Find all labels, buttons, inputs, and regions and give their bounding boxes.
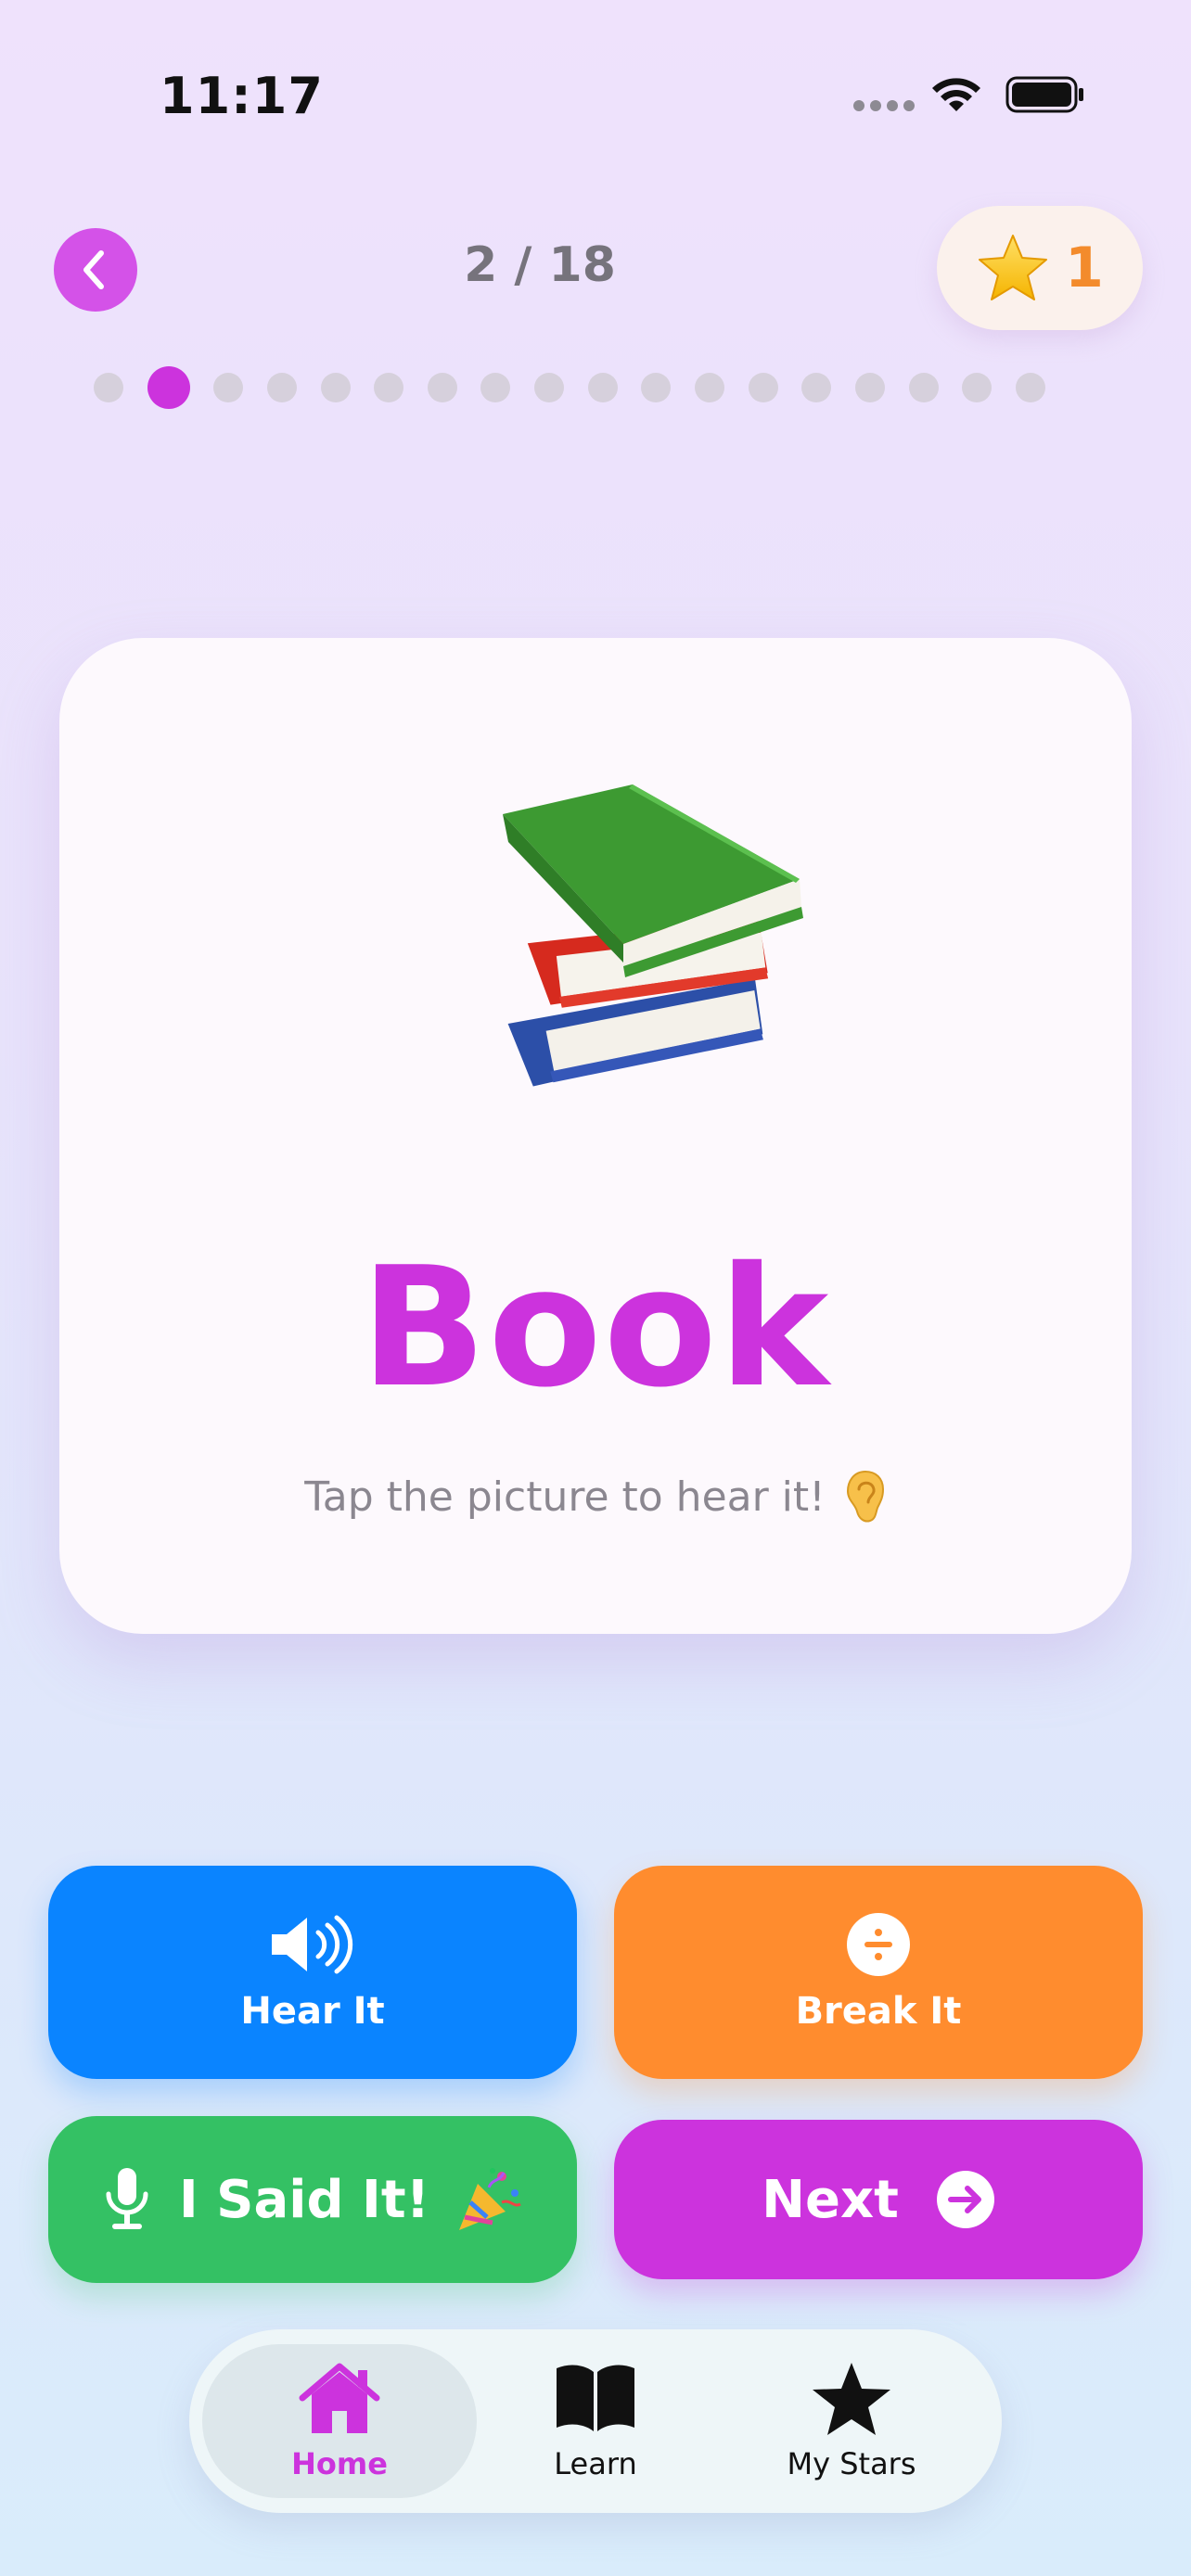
battery-icon (1005, 76, 1083, 113)
progress-dot (374, 373, 404, 402)
i-said-it-label: I Said It! (178, 2169, 430, 2230)
progress-dot (427, 373, 457, 402)
break-it-button[interactable]: Break It (614, 1866, 1143, 2079)
divide-icon (847, 1913, 910, 1976)
tab-learn-label: Learn (554, 2446, 637, 2481)
speaker-icon (272, 1915, 353, 1974)
progress-dot (854, 373, 885, 402)
progress-dot (1015, 373, 1045, 402)
progress-dot (94, 373, 123, 402)
microphone-icon (106, 2168, 148, 2229)
progress-dot (587, 373, 618, 402)
party-popper-icon (459, 2168, 521, 2230)
tab-learn[interactable]: Learn (458, 2344, 733, 2498)
progress-dot (534, 373, 565, 402)
progress-dot (748, 373, 778, 402)
back-button[interactable] (54, 228, 137, 312)
progress-dot-current (147, 366, 190, 409)
flashcard[interactable]: Book Tap the picture to hear it! (59, 638, 1132, 1634)
ear-icon (846, 1470, 884, 1523)
progress-dots (94, 366, 1045, 409)
tab-my-stars[interactable]: My Stars (714, 2344, 989, 2498)
books-icon[interactable] (493, 777, 809, 1111)
stars-pill[interactable]: 1 (937, 206, 1143, 330)
tab-home-label: Home (291, 2446, 388, 2481)
house-icon (299, 2363, 380, 2433)
progress-dot (695, 373, 725, 402)
star-icon (813, 2363, 890, 2435)
wifi-icon (932, 78, 980, 111)
progress-dot (320, 373, 351, 402)
hear-it-button[interactable]: Hear It (48, 1866, 577, 2079)
status-time: 11:17 (160, 67, 324, 125)
stars-count: 1 (1065, 236, 1104, 300)
progress-dot (213, 373, 244, 402)
hear-it-label: Hear It (240, 1990, 385, 2033)
tab-bar: Home Learn My Stars (189, 2329, 1002, 2513)
progress-dot (962, 373, 992, 402)
progress-counter: 2 / 18 (464, 237, 616, 293)
next-label: Next (762, 2169, 899, 2230)
tab-home[interactable]: Home (202, 2344, 477, 2498)
cellular-signal-icon (853, 100, 915, 111)
star-icon (979, 235, 1048, 300)
chevron-left-icon (83, 250, 104, 289)
arrow-right-circle-icon (936, 2171, 994, 2228)
i-said-it-button[interactable]: I Said It! (48, 2116, 577, 2283)
book-open-icon (557, 2365, 634, 2431)
progress-dot (480, 373, 511, 402)
next-button[interactable]: Next (614, 2120, 1143, 2279)
progress-dot (801, 373, 832, 402)
progress-dot (641, 373, 672, 402)
progress-dot (908, 373, 939, 402)
break-it-label: Break It (795, 1990, 962, 2033)
tab-my-stars-label: My Stars (787, 2446, 916, 2481)
progress-dot (266, 373, 297, 402)
card-word: Book (360, 1231, 831, 1423)
card-hint-text: Tap the picture to hear it! (304, 1473, 826, 1521)
card-hint: Tap the picture to hear it! (59, 1469, 1132, 1524)
